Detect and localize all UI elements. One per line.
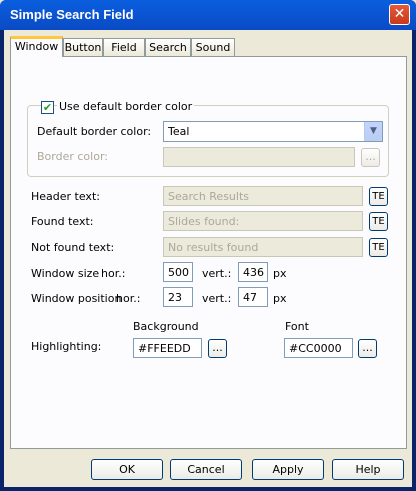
- use-default-border-label: Use default border color: [57, 100, 195, 113]
- default-border-color-select[interactable]: Teal ▼: [163, 121, 383, 142]
- use-default-border-checkbox[interactable]: ✔: [41, 101, 54, 114]
- apply-button[interactable]: Apply: [252, 459, 324, 480]
- highlight-background-label: Background: [133, 320, 199, 333]
- window-size-hor-field[interactable]: 500: [163, 262, 193, 282]
- highlight-font-label: Font: [285, 320, 309, 333]
- found-te-button[interactable]: TE: [369, 212, 388, 231]
- tab-button[interactable]: Button: [63, 38, 103, 56]
- window-position-hor-label: hor.:: [116, 292, 141, 305]
- highlight-font-field[interactable]: #CC0000: [284, 338, 353, 358]
- help-button[interactable]: Help: [332, 459, 404, 480]
- tab-sound[interactable]: Sound: [191, 38, 235, 56]
- chevron-down-icon[interactable]: ▼: [364, 122, 382, 141]
- dialog-window: Simple Search Field ✕ Window Button Fiel…: [0, 0, 416, 491]
- window-size-vert-label: vert.:: [202, 267, 232, 280]
- window-size-vert-field[interactable]: 436: [238, 262, 268, 282]
- window-position-label: Window position: [31, 292, 122, 305]
- header-text-label: Header text:: [31, 190, 100, 203]
- window-position-vert-label: vert.:: [202, 292, 232, 305]
- ok-button[interactable]: OK: [91, 459, 163, 480]
- header-text-field[interactable]: Search Results: [163, 186, 363, 206]
- window-position-vert-field[interactable]: 47: [238, 287, 268, 307]
- title-bar[interactable]: Simple Search Field ✕: [0, 0, 416, 30]
- not-found-text-field[interactable]: No results found: [163, 237, 363, 257]
- header-te-button[interactable]: TE: [369, 187, 388, 206]
- dialog-client: Window Button Field Search Sound ✔ Use d…: [4, 30, 412, 487]
- border-color-browse-button[interactable]: ...: [361, 148, 380, 167]
- border-color-field[interactable]: [163, 147, 355, 167]
- window-position-hor-field[interactable]: 23: [163, 287, 193, 307]
- tab-panel-window: ✔ Use default border color Default borde…: [10, 56, 407, 449]
- tab-field[interactable]: Field: [103, 38, 145, 56]
- default-border-color-label: Default border color:: [37, 125, 152, 138]
- highlighting-label: Highlighting:: [31, 340, 102, 353]
- window-title: Simple Search Field: [10, 7, 134, 22]
- close-icon[interactable]: ✕: [389, 4, 410, 25]
- window-size-unit: px: [273, 267, 287, 280]
- highlight-background-browse-button[interactable]: ...: [208, 339, 227, 358]
- cancel-button[interactable]: Cancel: [170, 459, 242, 480]
- border-color-label: Border color:: [37, 150, 108, 163]
- default-border-color-value: Teal: [168, 125, 190, 138]
- not-found-te-button[interactable]: TE: [369, 238, 388, 257]
- window-size-label: Window size: [31, 267, 100, 280]
- not-found-text-label: Not found text:: [31, 241, 115, 254]
- window-size-hor-label: hor.:: [101, 267, 126, 280]
- found-text-label: Found text:: [31, 215, 94, 228]
- highlight-font-browse-button[interactable]: ...: [358, 339, 377, 358]
- tab-search[interactable]: Search: [145, 38, 191, 56]
- found-text-field[interactable]: Slides found:: [163, 211, 363, 231]
- window-position-unit: px: [273, 292, 287, 305]
- highlight-background-field[interactable]: #FFEEDD: [133, 338, 202, 358]
- tab-window[interactable]: Window: [10, 36, 63, 57]
